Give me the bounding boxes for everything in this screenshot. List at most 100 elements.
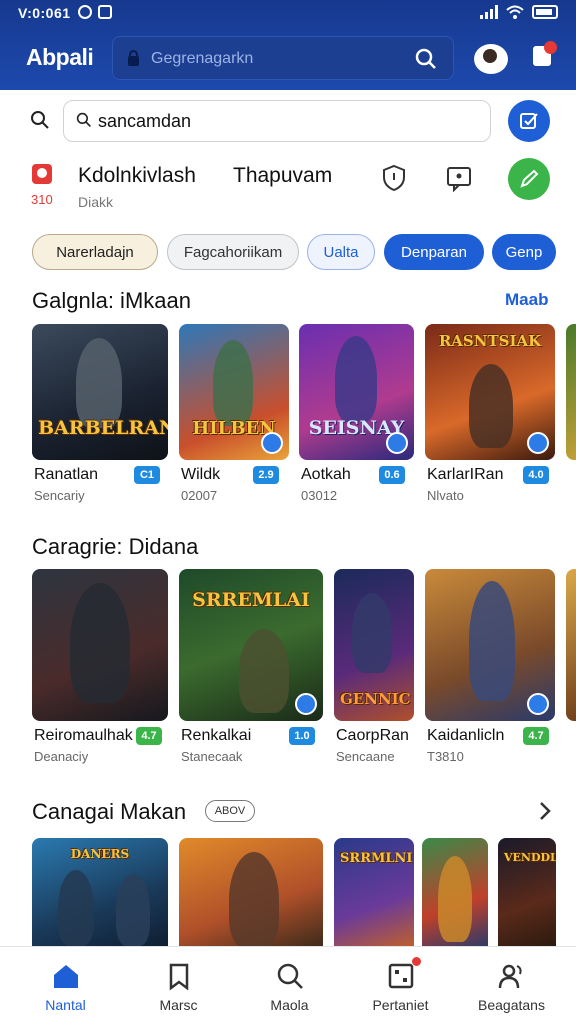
section-pill[interactable]: ABOV [205, 800, 255, 822]
see-more-link[interactable]: Maab [505, 290, 548, 310]
chevron-right-icon[interactable] [538, 800, 552, 822]
nav-label: Maola [270, 997, 309, 1013]
chip-label: Fagcahoriikam [183, 243, 283, 261]
game-thumbnail: DANERS [32, 838, 168, 948]
game-thumbnail [179, 838, 323, 948]
rating-badge: C1 [134, 466, 160, 484]
rating-badge: 4.0 [523, 466, 549, 484]
game-thumbnail: HILBEN [179, 324, 289, 460]
game-subtitle: Sencariy [34, 488, 85, 503]
game-name: Wildk [181, 466, 221, 483]
play-icon[interactable] [527, 432, 549, 454]
rating-badge: 4.7 [523, 727, 549, 745]
battery-icon [532, 5, 558, 19]
profile-subtitle: Diakk [78, 194, 114, 210]
nav-label: Beagatans [478, 997, 545, 1013]
section-title: Galgnla: iMkaan [32, 288, 191, 313]
profile-name: Kdolnkivlash [78, 164, 196, 187]
confirm-button[interactable] [508, 100, 550, 142]
nav-label: Nantal [45, 997, 86, 1013]
cell-signal-icon [480, 5, 498, 19]
game-name: Renkalkai [181, 727, 252, 744]
game-thumbnail: SRREMLAI [179, 569, 323, 721]
game-thumbnail: BARBELRAN [32, 324, 168, 460]
message-icon[interactable] [445, 164, 473, 192]
play-icon[interactable] [527, 693, 549, 715]
game-art-title: VENDDLE [504, 851, 556, 864]
chip-0[interactable]: Narerladajn [32, 234, 158, 270]
game-name: Ranatlan [34, 466, 99, 483]
badge-count: 310 [31, 192, 53, 207]
nav-badge-dot [412, 957, 421, 966]
play-icon[interactable] [386, 432, 408, 454]
chip-3[interactable]: Denparan [384, 234, 484, 270]
game-card-peek[interactable] [566, 324, 576, 460]
search-row [0, 100, 576, 142]
profile-secondary-name: Thapuvam [233, 164, 333, 187]
status-notification-icons [78, 5, 112, 19]
game-art-title: SRRMLNI [340, 851, 413, 866]
home-icon [54, 965, 78, 988]
game-subtitle: T3810 [427, 749, 464, 764]
app-title: Abpali [26, 44, 94, 70]
rating-badge: 1.0 [289, 727, 315, 745]
nav-item-bookmarks[interactable]: Marsc [121, 947, 236, 1024]
app-notification-icon [98, 5, 112, 19]
game-thumbnail [32, 569, 168, 721]
level-badge-icon [32, 164, 52, 184]
nav-item-people[interactable]: Beagatans [454, 947, 569, 1024]
game-subtitle: Deanaciy [34, 749, 89, 764]
search-field-icon [76, 112, 91, 127]
notifications-icon[interactable] [533, 41, 557, 66]
search-icon[interactable] [30, 110, 50, 130]
rating-badge: 2.9 [253, 466, 279, 484]
chip-label: Narerladajn [56, 243, 134, 261]
lock-icon [127, 50, 139, 66]
edit-button[interactable] [508, 158, 550, 200]
game-thumbnail: GENNIC [334, 569, 414, 721]
search-icon[interactable] [415, 48, 437, 70]
global-search-box[interactable]: Gegrenagarkn [112, 36, 454, 80]
game-name: KarlarIRan [427, 466, 504, 483]
game-thumbnail: SEISNAY [299, 324, 414, 460]
game-thumbnail: RASNTSIAK [425, 324, 555, 460]
game-thumbnail [425, 569, 555, 721]
chip-2[interactable]: Ualta [307, 234, 375, 270]
status-bar: V:0:061 [0, 4, 576, 24]
chip-4[interactable]: Genp [492, 234, 556, 270]
chip-label: Ualta [323, 243, 359, 261]
shield-icon[interactable] [381, 164, 407, 192]
status-time: V:0:061 [18, 5, 71, 21]
game-name: Reiromaulhak [34, 727, 133, 744]
grid-icon [388, 963, 414, 989]
game-subtitle: Sencaane [336, 749, 395, 764]
game-art-title: SRREMLAI [192, 589, 310, 611]
app-bar: V:0:061 Abpali Gegrenagarkn [0, 0, 576, 90]
wifi-icon [506, 5, 524, 19]
game-name: CaorpRan [336, 727, 409, 744]
section-title: Caragrie: Didana [32, 534, 199, 559]
rating-badge: 4.7 [136, 727, 162, 745]
play-icon[interactable] [295, 693, 317, 715]
game-thumbnail [566, 324, 576, 460]
nav-item-home[interactable]: Nantal [8, 947, 123, 1024]
notification-dot [544, 41, 557, 54]
edit-icon [520, 169, 539, 188]
game-subtitle: 03012 [301, 488, 338, 503]
nav-item-search[interactable]: Maola [232, 947, 347, 1024]
nav-label: Marsc [159, 997, 198, 1013]
nav-item-grid[interactable]: Pertaniet [343, 947, 458, 1024]
game-art-title: DANERS [70, 847, 130, 861]
user-avatar[interactable] [474, 44, 508, 74]
chip-1[interactable]: Fagcahoriikam [167, 234, 299, 270]
search-input[interactable] [63, 100, 491, 142]
game-thumbnail [422, 838, 488, 948]
game-card-peek[interactable] [566, 569, 576, 721]
status-right [480, 5, 558, 19]
notification-icon [78, 5, 92, 19]
play-icon[interactable] [261, 432, 283, 454]
profile-row: 310 Kdolnkivlash Diakk Thapuvam [0, 156, 576, 212]
rating-badge: 0.6 [379, 466, 405, 484]
filter-chips: Narerladajn Fagcahoriikam Ualta Denparan… [32, 234, 562, 270]
chip-label: Genp [505, 243, 543, 261]
